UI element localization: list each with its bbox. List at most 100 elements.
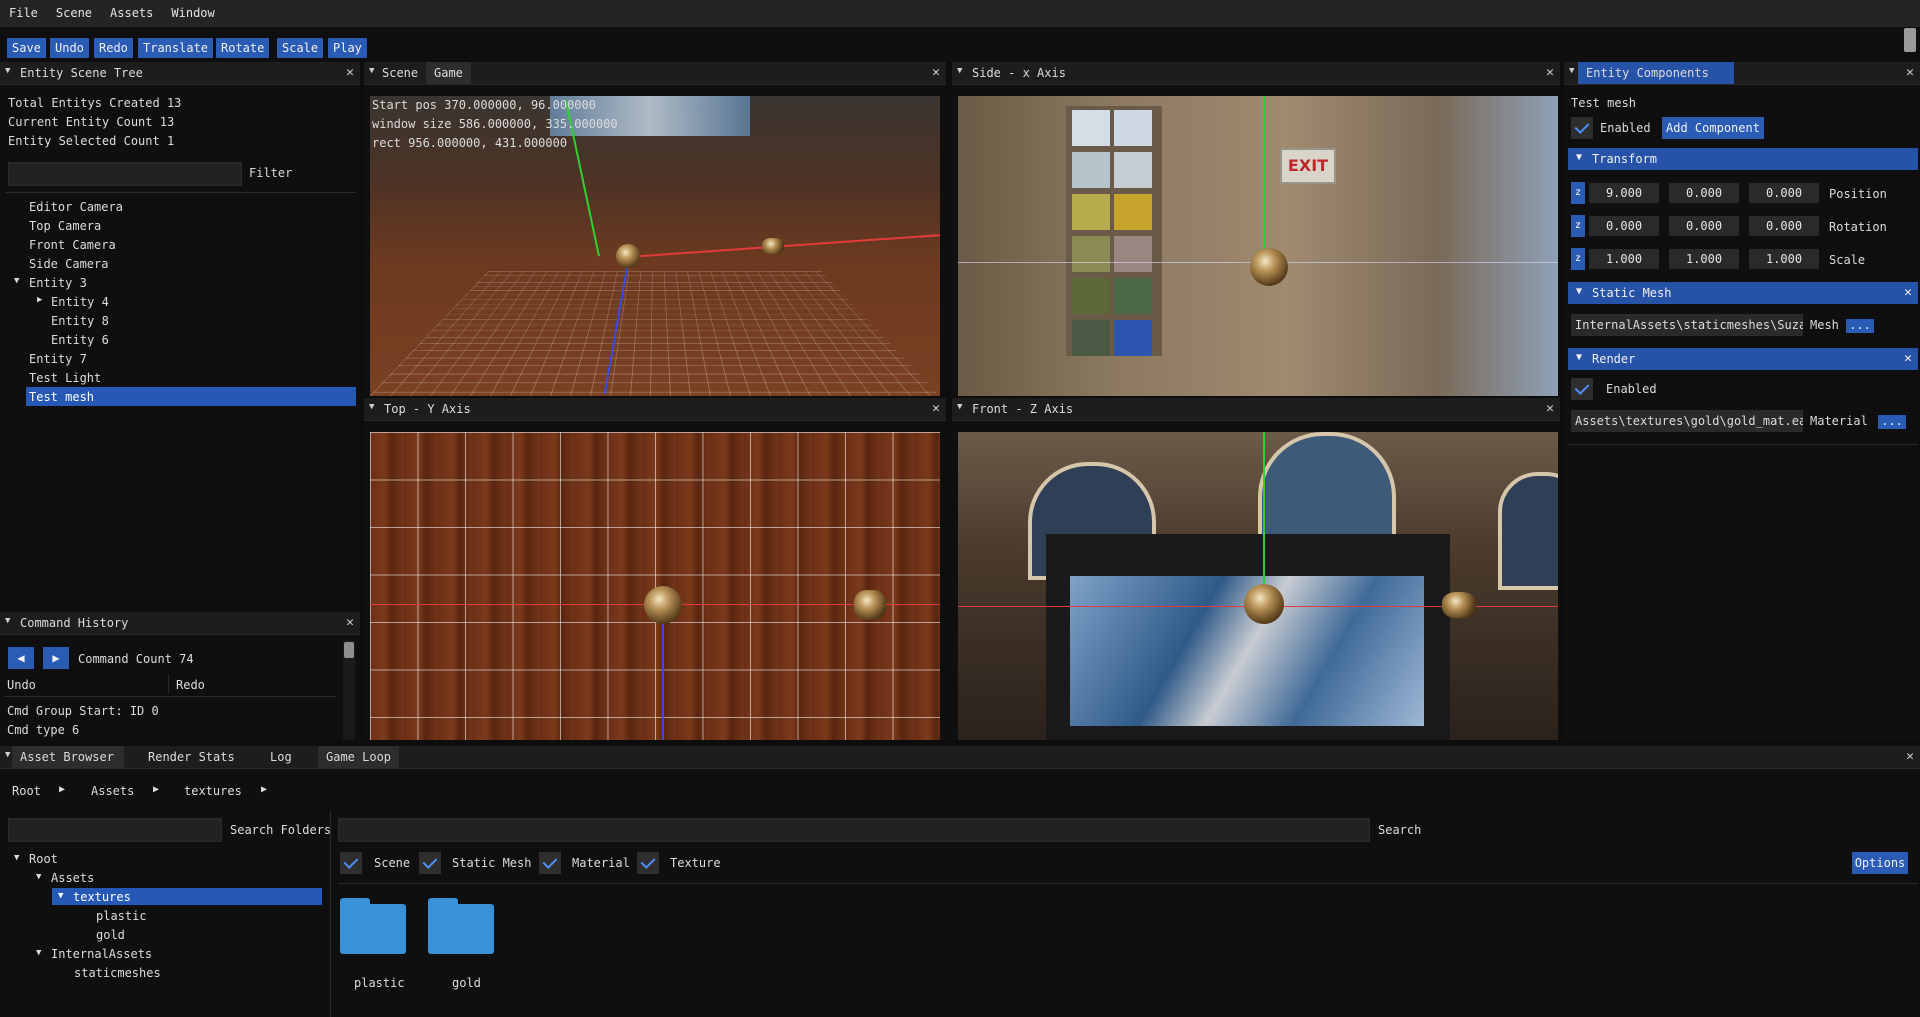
folder-plastic-label[interactable]: plastic — [354, 976, 405, 990]
collapse-triangle-icon[interactable]: ▼ — [5, 616, 10, 626]
collapse-triangle-icon[interactable]: ▼ — [957, 402, 962, 412]
remove-component-icon[interactable]: ✕ — [1904, 351, 1912, 366]
expand-down-icon[interactable]: ▼ — [36, 948, 41, 958]
collapse-triangle-icon[interactable]: ▼ — [5, 750, 10, 760]
close-icon[interactable]: ✕ — [932, 401, 940, 416]
expand-right-icon[interactable]: ▶ — [37, 295, 42, 305]
options-button[interactable]: Options — [1852, 852, 1908, 874]
scale-x-field[interactable]: 1.000 — [1589, 249, 1659, 269]
history-back-button[interactable]: ◀ — [8, 647, 34, 669]
render-enabled-checkbox[interactable] — [1571, 378, 1593, 400]
tab-game-loop[interactable]: Game Loop — [318, 746, 400, 768]
folder-tree-plastic[interactable]: plastic — [96, 909, 147, 923]
folder-tree-root[interactable]: Root — [29, 852, 58, 866]
close-icon[interactable]: ✕ — [932, 65, 940, 80]
enabled-checkbox[interactable] — [1571, 117, 1593, 139]
tree-item-top-camera[interactable]: Top Camera — [29, 219, 101, 233]
close-icon[interactable]: ✕ — [346, 615, 354, 630]
sphere-mesh[interactable] — [1244, 584, 1284, 624]
transform-header[interactable]: ▼ Transform — [1568, 148, 1918, 170]
close-icon[interactable]: ✕ — [1546, 401, 1554, 416]
expand-down-icon[interactable]: ▼ — [36, 872, 41, 882]
tab-render-stats[interactable]: Render Stats — [140, 746, 243, 768]
expand-down-icon[interactable]: ▼ — [14, 853, 19, 863]
breadcrumb-assets[interactable]: Assets — [91, 784, 134, 798]
render-header[interactable]: ▼ Render ✕ — [1568, 348, 1918, 370]
tree-item-entity-8[interactable]: Entity 8 — [51, 314, 109, 328]
rotation-z-field[interactable]: 0.000 — [1749, 216, 1819, 236]
menu-scene[interactable]: Scene — [47, 0, 101, 27]
collapse-triangle-icon[interactable]: ▼ — [5, 66, 10, 76]
folder-gold-label[interactable]: gold — [452, 976, 481, 990]
tree-item-test-mesh[interactable]: Test mesh — [29, 390, 94, 404]
history-scrollbar[interactable] — [343, 640, 355, 740]
sphere-mesh[interactable] — [1250, 248, 1288, 286]
collapse-triangle-icon[interactable]: ▼ — [957, 66, 962, 76]
scale-z-button[interactable]: z — [1571, 248, 1585, 270]
mesh-path-field[interactable]: InternalAssets\staticmeshes\Suzar — [1571, 314, 1803, 336]
tree-item-entity-7[interactable]: Entity 7 — [29, 352, 87, 366]
material-browse-button[interactable]: ... — [1878, 415, 1906, 429]
tab-scene[interactable]: Scene — [374, 62, 426, 84]
sphere-mesh[interactable] — [616, 244, 640, 268]
expand-down-icon[interactable]: ▼ — [58, 891, 63, 901]
close-icon[interactable]: ✕ — [1906, 65, 1914, 80]
folder-tree-gold[interactable]: gold — [96, 928, 125, 942]
position-z-button[interactable]: z — [1571, 182, 1585, 204]
side-view[interactable]: EXIT — [958, 96, 1558, 396]
tree-item-editor-camera[interactable]: Editor Camera — [29, 200, 123, 214]
filter-texture-checkbox[interactable] — [637, 852, 659, 874]
rotation-y-field[interactable]: 0.000 — [1669, 216, 1739, 236]
folder-tree-internal-assets[interactable]: InternalAssets — [51, 947, 152, 961]
scale-y-field[interactable]: 1.000 — [1669, 249, 1739, 269]
tree-item-side-camera[interactable]: Side Camera — [29, 257, 108, 271]
collapse-triangle-icon[interactable]: ▼ — [1569, 66, 1574, 76]
undo-button[interactable]: Undo — [50, 38, 89, 58]
filter-scene-checkbox[interactable] — [340, 852, 362, 874]
folder-icon[interactable] — [428, 898, 494, 954]
position-x-field[interactable]: 9.000 — [1589, 183, 1659, 203]
filter-static-mesh-checkbox[interactable] — [419, 852, 441, 874]
search-input[interactable] — [338, 818, 1370, 842]
light-gizmo[interactable] — [1442, 592, 1476, 618]
scale-button[interactable]: Scale — [277, 38, 324, 58]
history-forward-button[interactable]: ▶ — [43, 647, 69, 669]
expand-down-icon[interactable]: ▼ — [14, 276, 19, 286]
menu-window[interactable]: Window — [162, 0, 223, 27]
rotation-z-button[interactable]: z — [1571, 215, 1585, 237]
collapse-triangle-icon[interactable]: ▼ — [1576, 286, 1582, 297]
add-component-button[interactable]: Add Component — [1662, 117, 1764, 139]
close-icon[interactable]: ✕ — [346, 65, 354, 80]
translate-button[interactable]: Translate — [138, 38, 214, 58]
play-button[interactable]: Play — [328, 38, 367, 58]
tree-item-entity-6[interactable]: Entity 6 — [51, 333, 109, 347]
folder-icon[interactable] — [340, 898, 406, 954]
position-z-field[interactable]: 0.000 — [1749, 183, 1819, 203]
redo-button[interactable]: Redo — [94, 38, 133, 58]
rotation-x-field[interactable]: 0.000 — [1589, 216, 1659, 236]
remove-component-icon[interactable]: ✕ — [1904, 285, 1912, 300]
tab-entity-components[interactable]: Entity Components — [1578, 62, 1734, 84]
static-mesh-header[interactable]: ▼ Static Mesh ✕ — [1568, 282, 1918, 304]
scale-z-field[interactable]: 1.000 — [1749, 249, 1819, 269]
sphere-mesh[interactable] — [644, 586, 682, 624]
rotate-button[interactable]: Rotate — [216, 38, 270, 58]
menu-assets[interactable]: Assets — [101, 0, 162, 27]
scene-view[interactable]: Start pos 370.000000, 96.000000 window s… — [370, 96, 940, 396]
light-gizmo[interactable] — [854, 590, 886, 620]
breadcrumb-root[interactable]: Root — [12, 784, 41, 798]
light-gizmo[interactable] — [762, 238, 784, 254]
collapse-triangle-icon[interactable]: ▼ — [1576, 152, 1582, 163]
tab-log[interactable]: Log — [262, 746, 300, 768]
breadcrumb-textures[interactable]: textures — [184, 784, 242, 798]
folder-tree-assets[interactable]: Assets — [51, 871, 94, 885]
tree-item-entity-4[interactable]: Entity 4 — [51, 295, 109, 309]
top-view[interactable] — [370, 432, 940, 740]
tree-item-entity-3[interactable]: Entity 3 — [29, 276, 87, 290]
search-folders-input[interactable] — [8, 818, 222, 842]
menu-file[interactable]: File — [0, 0, 47, 27]
tab-asset-browser[interactable]: Asset Browser — [12, 746, 124, 768]
tree-item-front-camera[interactable]: Front Camera — [29, 238, 116, 252]
folder-tree-staticmeshes[interactable]: staticmeshes — [74, 966, 161, 980]
filter-material-checkbox[interactable] — [539, 852, 561, 874]
